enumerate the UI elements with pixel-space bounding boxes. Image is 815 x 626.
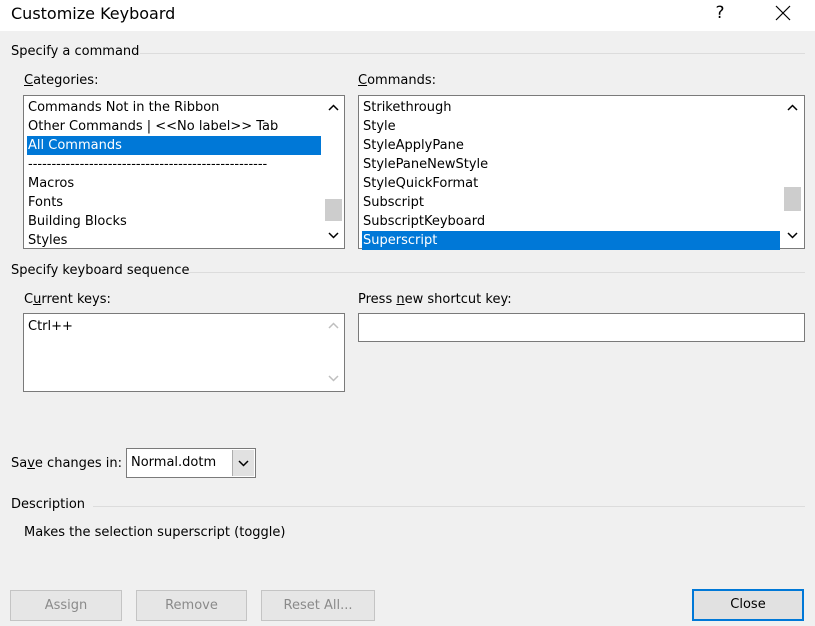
save-changes-dropdown[interactable]: Normal.dotm xyxy=(126,448,256,478)
keyboard-sequence-group-label: Specify keyboard sequence xyxy=(11,263,190,278)
chevron-down-icon xyxy=(238,460,249,467)
commands-item[interactable]: StyleApplyPane xyxy=(362,136,464,155)
scroll-up-button[interactable] xyxy=(323,99,344,116)
description-text: Makes the selection superscript (toggle) xyxy=(24,525,286,540)
window-title: Customize Keyboard xyxy=(11,4,176,23)
commands-scrollbar[interactable] xyxy=(782,96,803,248)
group-divider xyxy=(140,53,805,54)
chevron-up-icon xyxy=(328,104,339,111)
scroll-up-button[interactable] xyxy=(782,99,803,116)
scrollbar-thumb[interactable] xyxy=(325,199,342,221)
new-shortcut-input[interactable] xyxy=(358,313,805,342)
close-icon xyxy=(775,5,791,21)
save-changes-value: Normal.dotm xyxy=(131,455,217,470)
group-divider xyxy=(186,272,805,273)
chevron-down-icon xyxy=(328,375,339,382)
dropdown-button[interactable] xyxy=(232,450,254,476)
scroll-down-button[interactable] xyxy=(323,227,344,244)
categories-item-selected[interactable]: All Commands xyxy=(27,136,321,155)
categories-item[interactable]: Other Commands | <<No label>> Tab xyxy=(27,117,278,136)
chevron-down-icon xyxy=(328,232,339,239)
commands-item[interactable]: Subscript xyxy=(362,193,424,212)
commands-item[interactable]: StyleQuickFormat xyxy=(362,174,478,193)
remove-button[interactable]: Remove xyxy=(136,590,247,621)
current-keys-label: Current keys: xyxy=(24,292,111,307)
current-keys-listbox[interactable]: Ctrl++ xyxy=(23,313,345,392)
categories-listbox[interactable]: Commands Not in the Ribbon Other Command… xyxy=(23,95,345,249)
commands-listbox[interactable]: Strikethrough Style StyleApplyPane Style… xyxy=(358,95,805,250)
commands-item[interactable]: StylePaneNewStyle xyxy=(362,155,488,174)
reset-all-button[interactable]: Reset All... xyxy=(261,590,375,621)
commands-item[interactable]: Strikethrough xyxy=(362,98,451,117)
help-button[interactable]: ? xyxy=(700,0,740,28)
specify-command-group-label: Specify a command xyxy=(11,44,140,59)
group-divider xyxy=(93,506,805,507)
chevron-up-icon xyxy=(328,322,339,329)
categories-label: Categories: xyxy=(24,73,99,88)
commands-item-selected[interactable]: Superscript xyxy=(362,231,780,250)
scrollbar-thumb[interactable] xyxy=(784,187,801,211)
scroll-down-button[interactable] xyxy=(782,227,803,244)
commands-label: Commands: xyxy=(358,73,436,88)
description-group-label: Description xyxy=(11,497,86,512)
chevron-up-icon xyxy=(787,104,798,111)
current-key-item[interactable]: Ctrl++ xyxy=(27,317,73,336)
categories-item[interactable]: Fonts xyxy=(27,193,63,212)
new-shortcut-label: Press new shortcut key: xyxy=(358,292,512,307)
current-keys-scrollbar[interactable] xyxy=(323,314,344,391)
commands-item[interactable]: Style xyxy=(362,117,396,136)
categories-item[interactable]: Macros xyxy=(27,174,74,193)
close-window-button[interactable] xyxy=(760,0,806,28)
categories-item[interactable]: Commands Not in the Ribbon xyxy=(27,98,219,117)
categories-separator: ----------------------------------------… xyxy=(28,157,268,172)
scroll-up-button[interactable] xyxy=(323,317,344,334)
assign-button[interactable]: Assign xyxy=(10,590,122,621)
scroll-down-button[interactable] xyxy=(323,370,344,387)
save-changes-label: Save changes in: xyxy=(11,456,123,471)
chevron-down-icon xyxy=(787,232,798,239)
categories-scrollbar[interactable] xyxy=(323,96,344,248)
categories-item[interactable]: Building Blocks xyxy=(27,212,127,231)
categories-item[interactable]: Styles xyxy=(27,231,67,250)
close-button[interactable]: Close xyxy=(692,589,804,621)
commands-item[interactable]: SubscriptKeyboard xyxy=(362,212,485,231)
